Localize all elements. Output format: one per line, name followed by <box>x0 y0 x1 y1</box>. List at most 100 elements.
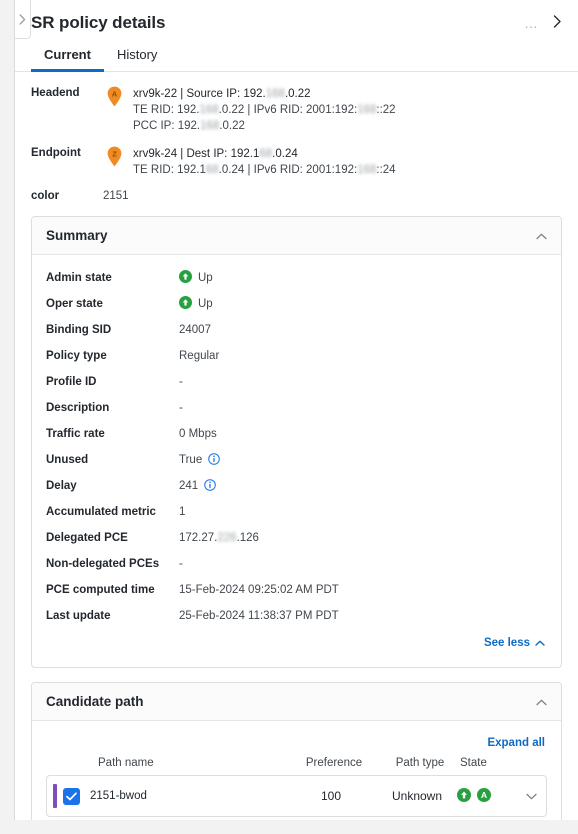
redacted-octet: 168 <box>200 120 220 132</box>
summary-row-unused: Unused True <box>46 447 547 473</box>
row-value: Up <box>179 296 213 312</box>
status-up-icon <box>179 270 192 286</box>
row-value: Up <box>179 270 213 286</box>
sr-policy-details-panel: SR policy details … Current History Head… <box>14 0 578 820</box>
endpoint-rid-line: TE RID: 192.168.0.24 | IPv6 RID: 2001:19… <box>133 164 396 176</box>
headend-source-line: xrv9k-22 | Source IP: 192.168.0.22 <box>133 88 311 100</box>
column-header-preference: Preference <box>305 757 363 769</box>
status-admin-a-icon: A <box>477 787 491 805</box>
redacted-octet: 68 <box>259 148 273 160</box>
row-label: Delay <box>46 480 77 492</box>
row-expand-button[interactable] <box>517 789 546 803</box>
row-value: 25-Feb-2024 11:38:37 PM PDT <box>179 610 339 622</box>
row-label: PCE computed time <box>46 584 155 596</box>
column-header-state: State <box>460 757 487 769</box>
endpoint-dest-line: xrv9k-24 | Dest IP: 192.168.0.24 <box>133 148 298 160</box>
summary-row-traffic-rate: Traffic rate 0 Mbps <box>46 421 547 447</box>
row-label: Policy type <box>46 350 107 362</box>
summary-row-accumulated-metric: Accumulated metric 1 <box>46 499 547 525</box>
endpoint-details: xrv9k-24 | Dest IP: 192.168.0.24 TE RID:… <box>133 146 396 178</box>
status-up-icon <box>179 296 192 312</box>
endpoints-block: Headend A xrv9k-22 | Source IP: 192.168.… <box>15 72 578 178</box>
tab-current[interactable]: Current <box>31 43 104 72</box>
row-value: - <box>179 402 183 414</box>
endpoint-label: Endpoint <box>31 147 81 159</box>
tab-bar: Current History <box>15 43 578 72</box>
summary-title: Summary <box>46 228 108 243</box>
row-value: 15-Feb-2024 09:25:02 AM PDT <box>179 584 339 596</box>
candidate-path-card: Candidate path Expand all Path name Pref… <box>31 682 562 820</box>
status-up-icon <box>457 787 471 805</box>
tab-history[interactable]: History <box>104 43 170 71</box>
expand-all-link[interactable]: Expand all <box>487 737 545 749</box>
chevron-up-icon <box>536 229 547 243</box>
expand-all-wrap: Expand all <box>46 731 547 757</box>
row-path-type: Unknown <box>391 789 443 803</box>
headend-row: Headend A xrv9k-22 | Source IP: 192.168.… <box>31 86 562 134</box>
svg-text:Z: Z <box>112 150 117 159</box>
drawer-collapse-handle[interactable] <box>15 0 31 39</box>
redacted-octet: 168 <box>199 104 219 116</box>
redacted-octet: 168 <box>265 88 285 100</box>
summary-row-pce-computed-time: PCE computed time 15-Feb-2024 09:25:02 A… <box>46 577 547 603</box>
candidate-path-title: Candidate path <box>46 694 144 709</box>
candidate-path-collapse-button[interactable] <box>536 695 547 709</box>
see-less-link[interactable]: See less <box>484 637 545 649</box>
map-pin-a-icon: A <box>103 86 125 107</box>
summary-row-policy-type: Policy type Regular <box>46 343 547 369</box>
row-checkbox[interactable] <box>63 787 80 805</box>
row-label: Unused <box>46 454 89 466</box>
info-icon[interactable] <box>204 478 216 494</box>
map-pin-z-icon: Z <box>103 146 125 167</box>
summary-card-body: Admin state Up Oper state Up Binding SID… <box>32 255 561 667</box>
row-value: 172.27.226.126 <box>179 532 259 544</box>
summary-row-profile-id: Profile ID - <box>46 369 547 395</box>
headend-rid-line: TE RID: 192.168.0.22 | IPv6 RID: 2001:19… <box>133 104 396 116</box>
headend-label: Headend <box>31 87 80 99</box>
summary-row-description: Description - <box>46 395 547 421</box>
candidate-path-card-body: Expand all Path name Preference Path typ… <box>32 721 561 820</box>
candidate-path-card-header: Candidate path <box>32 683 561 721</box>
row-label: Oper state <box>46 298 103 310</box>
see-less-wrap: See less <box>46 629 547 661</box>
close-panel-icon[interactable] <box>553 15 562 31</box>
header-actions: … <box>524 15 564 31</box>
summary-collapse-button[interactable] <box>536 229 547 243</box>
summary-row-binding-sid: Binding SID 24007 <box>46 317 547 343</box>
info-icon[interactable] <box>208 452 221 468</box>
candidate-path-column-headers: Path name Preference Path type State <box>46 757 547 775</box>
more-options-icon[interactable]: … <box>524 16 539 30</box>
column-header-path-type: Path type <box>395 757 445 769</box>
row-label: Traffic rate <box>46 428 105 440</box>
summary-row-oper-state: Oper state Up <box>46 291 547 317</box>
color-row: color 2151 <box>15 190 578 202</box>
row-label: Profile ID <box>46 376 97 388</box>
row-value: 24007 <box>179 324 211 336</box>
row-value: - <box>179 558 183 570</box>
row-accent-bar <box>53 784 57 808</box>
summary-row-admin-state: Admin state Up <box>46 265 547 291</box>
chevron-up-icon <box>535 637 545 649</box>
redacted-octet: 226 <box>217 532 237 544</box>
redacted-octet: 168 <box>357 104 377 116</box>
headend-details: xrv9k-22 | Source IP: 192.168.0.22 TE RI… <box>133 86 396 134</box>
row-label: Accumulated metric <box>46 506 156 518</box>
row-value: 241 <box>179 478 216 494</box>
headend-pcc-line: PCC IP: 192.168.0.22 <box>133 120 245 132</box>
redacted-octet: 168 <box>357 164 377 176</box>
summary-row-delay: Delay 241 <box>46 473 547 499</box>
color-label: color <box>31 190 60 202</box>
summary-card: Summary Admin state Up Oper state Up Bin… <box>31 216 562 668</box>
row-value: - <box>179 376 183 388</box>
svg-text:A: A <box>111 90 117 99</box>
summary-row-delegated-pce: Delegated PCE 172.27.226.126 <box>46 525 547 551</box>
column-header-path-name: Path name <box>98 757 154 769</box>
table-row[interactable]: 2151-bwod 100 Unknown A <box>46 775 547 817</box>
panel-header: SR policy details … <box>15 0 578 34</box>
row-label: Description <box>46 402 110 414</box>
chevron-down-icon <box>526 789 537 803</box>
endpoint-row: Endpoint Z xrv9k-24 | Dest IP: 192.168.0… <box>31 146 562 178</box>
chevron-right-icon <box>19 13 26 25</box>
row-value: True <box>179 452 221 468</box>
svg-text:A: A <box>481 790 487 800</box>
